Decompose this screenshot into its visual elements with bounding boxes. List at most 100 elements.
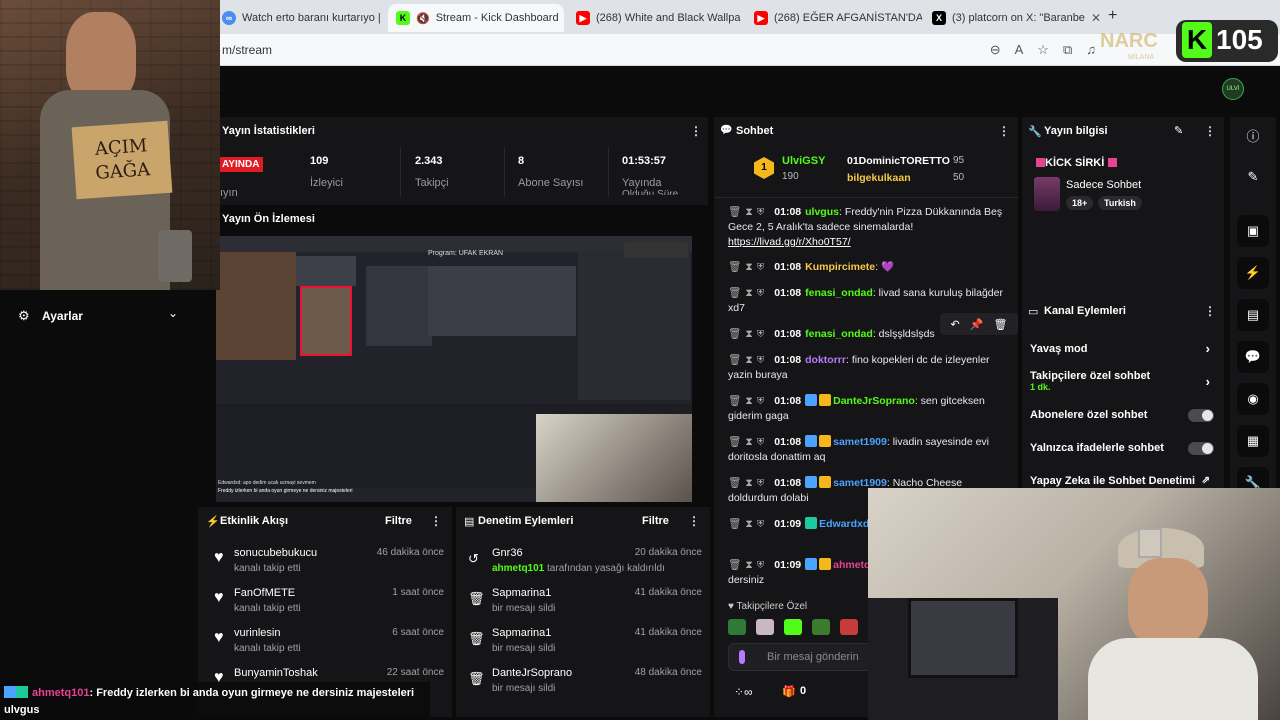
media-icon[interactable]: ♫ [1086,42,1096,58]
emote-picker-icon[interactable]: ⁘∞ [734,685,753,699]
address-input[interactable]: m/stream [220,39,1040,61]
category-thumbnail[interactable] [1034,177,1060,211]
stream-info-panel: 🔧 Yayın bilgisi ✎ ⋮ KİCK SİRKİ Sadece So… [1022,117,1224,297]
youtube-icon: ▶ [576,11,590,25]
chevron-down-icon[interactable]: ⌄ [168,306,178,320]
emote-row [728,619,858,635]
edit-icon[interactable]: ✎ [1237,161,1269,193]
actions-title: Kanal Eylemleri [1044,305,1126,317]
chat-message: 🗑⧗⛨ 01:08 fenasi_ondad: livad sana kuruluş… [728,287,1003,314]
trash-icon: 🗑 [468,631,485,646]
info-icon[interactable]: ⓘ [1237,119,1269,151]
trash-icon: 🗑 [468,671,485,686]
broadcast-icon[interactable]: ◉ [1237,383,1269,415]
stream-stats-panel: Yayın İstatistikleri ⋮ ıyın 109 İzleyici… [220,117,708,205]
more-options-icon[interactable]: ⋮ [1204,304,1216,318]
tab-title: Stream - Kick Dashboard [435,12,559,24]
more-options-icon[interactable]: ⋮ [1204,124,1216,138]
trash-icon: 🗑 [468,591,485,606]
live-badge: AYINDA [220,157,264,172]
chat-bubble-icon[interactable]: 💬 [1237,341,1269,373]
edit-icon[interactable]: ✎ [1174,124,1183,137]
mute-icon[interactable]: 🔇 [416,12,430,25]
tag-chip: 18+ [1066,196,1094,210]
reply-icon[interactable]: ↶ [951,318,960,331]
more-options-icon[interactable]: ⋮ [430,514,442,528]
kick-icon: K [396,11,410,25]
moderation-filter-button[interactable]: Filtre [642,515,669,527]
followers-only-label: ♥ Takipçilere Özel [728,601,808,612]
emote-icon[interactable] [840,619,858,635]
followers-only-row[interactable]: Takipçilere özel sohbet 1 dk. › [1030,370,1214,392]
gift-icon[interactable]: 🎁 [782,685,796,698]
mod-actions-icon[interactable]: 🗑⧗⛨ [728,206,768,218]
document-icon[interactable]: ▤ [1237,299,1269,331]
moderation-title: Denetim Eylemleri [478,515,574,527]
microphone-icon [739,650,745,664]
chevron-right-icon: › [1205,341,1210,356]
globe-icon: ∞ [222,11,236,25]
close-icon[interactable]: ✕ [1091,11,1100,25]
pin-icon[interactable]: 📌 [970,318,984,331]
chat-overlay-message: ahmetq101: Freddy izlerken bi anda oyun … [0,682,430,720]
stream-preview[interactable]: Program: UFAK EKRAN Edwardxd: apo dedim … [216,236,692,502]
slow-mode-row[interactable]: Yavaş mod › [1030,341,1214,356]
cardboard-sign: AÇIM GAĞA [71,120,173,200]
emotes-only-toggle[interactable] [1188,442,1214,455]
heart-icon: ♥ [728,601,734,612]
avatar[interactable]: ULVI [1222,78,1244,100]
tab-title: Watch erto baranı kurtarıyo | [242,12,381,24]
browser-tab-4[interactable]: ▶ (268) EĞER AFGANİSTAN'DA ✕ [746,4,922,32]
bolt-icon[interactable]: ⚡ [1237,257,1269,289]
subscribers-only-toggle[interactable] [1188,409,1214,422]
webcam-overlay-right [868,488,1280,720]
moderation-panel: ▤ Denetim Eylemleri Filtre ⋮ ↺ Gnr36 ahm… [456,507,710,717]
settings-label: Ayarlar [42,309,83,323]
preview-title: Yayın Ön İzlemesi [222,213,315,225]
emote-icon[interactable] [728,619,746,635]
gear-icon: ⚙ [18,308,30,323]
bolt-icon: ⚡ [206,516,220,528]
browser-tab-5[interactable]: X (3) platcorn on X: "Baranbe ✕ [924,4,1100,32]
emotes-only-row: Yalnızca ifadelerle sohbet [1030,442,1214,455]
kick-header: ULVI [220,66,1280,112]
stat-followers: 2.343 Takipçi [415,155,449,189]
stream-title: KİCK SİRKİ [1036,157,1118,169]
extensions-icon[interactable]: ⧉ [1063,42,1072,58]
chat-message: 🗑⧗⛨ 01:08 doktorrr: fino kopekleri dc de i… [728,354,990,381]
stat-subscribers: 8 Abone Sayısı [518,155,584,189]
chat-title: Sohbet [736,125,774,137]
channel-actions-panel: ▭ Kanal Eylemleri ⋮ Yavaş mod › Takipçil… [1022,297,1224,492]
heart-icon: ♥ [214,589,224,606]
feed-title: Etkinlik Akışı [220,515,289,527]
more-options-icon[interactable]: ⋮ [690,124,702,138]
more-options-icon[interactable]: ⋮ [998,124,1010,138]
kick-logo-icon: K [1182,22,1212,58]
rank-badge: 1 [754,157,774,179]
clip-icon[interactable]: ▣ [1237,215,1269,247]
x-icon: X [932,11,946,25]
emote-icon[interactable] [784,619,802,635]
settings-row[interactable]: ⚙ Ayarlar ⌄ [4,296,194,336]
emote-icon[interactable] [756,619,774,635]
ai-moderation-row[interactable]: Yapay Zeka ile Sohbet Denetimi ⇗ [1030,475,1214,487]
browser-tab-1[interactable]: ∞ Watch erto baranı kurtarıyo | ✕ [214,4,386,32]
trash-icon[interactable]: 🗑 [993,318,1007,331]
wrench-icon: 🔧 [1028,126,1042,138]
channel-icon: ▭ [1028,306,1039,318]
feed-filter-button[interactable]: Filtre [385,515,412,527]
layout-icon[interactable]: ▦ [1237,425,1269,457]
chat-bubble-icon: 💬 [720,125,733,136]
browser-tab-2[interactable]: K 🔇 Stream - Kick Dashboard ✕ [388,4,564,32]
chevron-right-icon: › [1205,374,1210,389]
heart-icon: ♥ [214,549,224,566]
webcam-overlay-left: AÇIM GAĞA [0,0,220,290]
favorite-star-icon[interactable]: ☆ [1037,42,1049,58]
category-name[interactable]: Sadece Sohbet [1066,179,1141,191]
document-icon: ▤ [464,516,475,528]
browser-tab-3[interactable]: ▶ (268) White and Black Wallpa ✕ [568,4,744,32]
zoom-icon[interactable]: ⊖ [990,42,1001,58]
emote-icon[interactable] [812,619,830,635]
more-options-icon[interactable]: ⋮ [688,514,700,528]
read-aloud-icon[interactable]: A [1015,42,1024,58]
